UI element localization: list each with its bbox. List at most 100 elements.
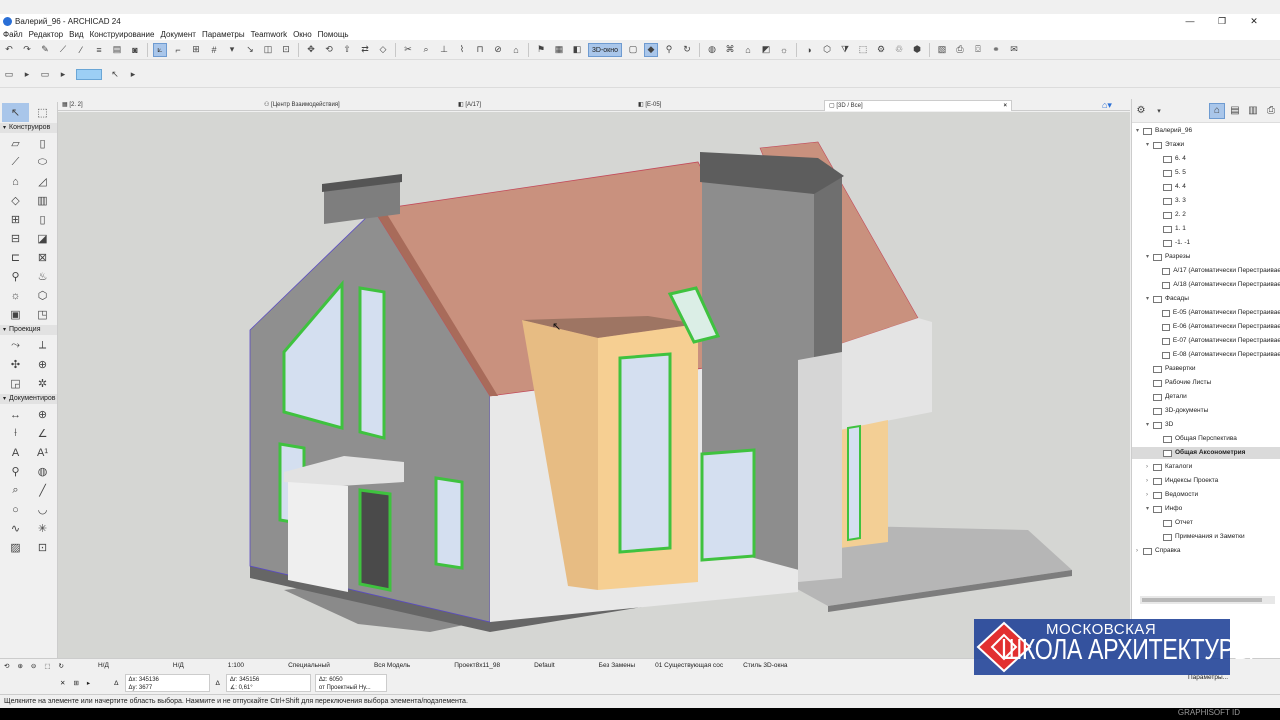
navigator-item[interactable]: ▾ 3D	[1132, 419, 1280, 431]
level-tool-icon[interactable]: ⟊	[2, 424, 29, 443]
params-button[interactable]: Параметры...	[1188, 674, 1228, 681]
camera-snapshot-icon[interactable]: ⌼	[971, 43, 985, 57]
toolbox-design-header[interactable]: ▾ Конструиров	[0, 123, 57, 133]
navigator-item[interactable]: Примечания и Заметки	[1132, 531, 1280, 543]
navigator-item[interactable]: A/18 (Автоматически Перестраивае	[1132, 279, 1280, 291]
menu-file[interactable]: Файл	[3, 30, 23, 39]
zoom-in-icon[interactable]: ⊕	[17, 662, 22, 670]
expand-icon[interactable]: ▾	[1146, 503, 1153, 515]
guide-icon[interactable]: ⌐	[171, 43, 185, 57]
redo-icon[interactable]: ↷	[20, 43, 34, 57]
close-button[interactable]: ✕	[1238, 14, 1270, 28]
style-select[interactable]: Default	[534, 662, 555, 669]
scale-field[interactable]: 1:100	[228, 662, 244, 669]
navigator-item[interactable]: Детали	[1132, 391, 1280, 403]
navigator-item[interactable]: 1. 1	[1132, 223, 1280, 235]
render-icon[interactable]: ◍	[705, 43, 719, 57]
layers-icon[interactable]: ≡	[92, 43, 106, 57]
expand-icon[interactable]: ›	[1146, 461, 1153, 473]
navigator-item[interactable]: ▾ Этажи	[1132, 139, 1280, 151]
menu-view[interactable]: Вид	[69, 30, 83, 39]
coordinate-z-box[interactable]: Δz: 6050 от Проектный Ну...	[314, 674, 387, 692]
snap-toggle-icon[interactable]: ▸	[87, 679, 90, 687]
slab-tool-icon[interactable]: ⬭	[29, 153, 56, 172]
chevron-right-icon[interactable]: ▸	[56, 68, 70, 82]
arrow-icon[interactable]: ↘	[243, 43, 257, 57]
navigator-menu-icon[interactable]: ⚙	[1133, 103, 1149, 119]
navigator-item[interactable]: Рабочие Листы	[1132, 377, 1280, 389]
menu-teamwork[interactable]: Teamwork	[251, 30, 287, 39]
column-tool-icon[interactable]: ▯	[29, 134, 56, 153]
renovation-select[interactable]: 01 Существующая сос	[655, 662, 723, 669]
undo-icon[interactable]: ↶	[2, 43, 16, 57]
expand-icon[interactable]: ▾	[1146, 419, 1153, 431]
undo-zoom-icon[interactable]: ⟲	[4, 662, 9, 670]
teamwork-icon[interactable]: ♲	[892, 43, 906, 57]
info-box-field[interactable]	[76, 69, 102, 80]
wall-tool-icon[interactable]: ▱	[2, 134, 29, 153]
section-tool-icon[interactable]: ⤳	[2, 336, 29, 355]
elevate-icon[interactable]: ⇧	[340, 43, 354, 57]
house-model[interactable]: ↖	[58, 112, 1130, 658]
navigator-item[interactable]: 3D-документы	[1132, 405, 1280, 417]
3d-viewport[interactable]: ↖	[58, 112, 1130, 658]
cube-icon[interactable]: ▢	[626, 43, 640, 57]
expand-icon[interactable]: ▾	[1146, 293, 1153, 305]
gear-icon[interactable]: ⚙	[874, 43, 888, 57]
syringe-icon[interactable]: ⁄	[74, 43, 88, 57]
navigator-item[interactable]: › Ведомости	[1132, 489, 1280, 501]
partners-icon[interactable]: ⚭	[989, 43, 1003, 57]
tab-section[interactable]: ◧ [A/17]	[458, 100, 481, 111]
figure-image-tool-icon[interactable]: ▨	[2, 538, 29, 557]
navigator-item[interactable]: -1. -1	[1132, 237, 1280, 249]
menu-design[interactable]: Конструирование	[90, 30, 155, 39]
layout-icon[interactable]: ▧	[935, 43, 949, 57]
navigator-scrollbar[interactable]	[1140, 596, 1275, 604]
shell-tool-icon[interactable]: ◿	[29, 172, 56, 191]
magnify-icon[interactable]: ⌕	[419, 43, 433, 57]
object-tool-icon[interactable]: ⊟	[2, 229, 29, 248]
orbit-icon[interactable]: ↻	[59, 662, 64, 670]
change-tool-icon[interactable]: ✲	[29, 374, 56, 393]
override-select[interactable]: Без Замены	[599, 662, 635, 669]
stair-tool-icon[interactable]: ◪	[29, 229, 56, 248]
nd-field-2[interactable]: Н/Д	[173, 662, 184, 669]
scrollbar-thumb[interactable]	[1142, 598, 1262, 602]
menu-help[interactable]: Помощь	[318, 30, 349, 39]
curtain-wall-tool-icon[interactable]: ▥	[29, 191, 56, 210]
move-icon[interactable]: ✥	[304, 43, 318, 57]
camera-icon[interactable]: ◙	[128, 43, 142, 57]
flag-icon[interactable]: ⚑	[534, 43, 548, 57]
mesh-tool-icon[interactable]: ♨	[29, 267, 56, 286]
expand-icon[interactable]: ›	[1146, 475, 1153, 487]
figure-tool-icon[interactable]: ⬡	[29, 286, 56, 305]
expand-icon[interactable]: ▾	[1136, 125, 1143, 137]
navigator-item[interactable]: 2. 2	[1132, 209, 1280, 221]
navigator-item[interactable]: › Справка	[1132, 545, 1280, 557]
navigator-item[interactable]: Отчет	[1132, 517, 1280, 529]
label-tool-icon[interactable]: ◳	[29, 305, 56, 324]
toolbox-view-header[interactable]: ▾ Проекция	[0, 325, 57, 335]
navigator-item[interactable]: E-07 (Автоматически Перестраивае	[1132, 335, 1280, 347]
nd-field-1[interactable]: Н/Д	[98, 662, 109, 669]
3d-style-select[interactable]: Стиль 3D-окна	[743, 662, 787, 669]
expand-icon[interactable]: ›	[1136, 545, 1143, 557]
line-tool-icon[interactable]: ╱	[29, 481, 56, 500]
chevron-right-icon[interactable]: ▸	[126, 68, 140, 82]
dropdown-icon[interactable]: ▾	[1151, 103, 1167, 119]
hatch-tool-icon[interactable]: ⌕	[2, 481, 29, 500]
publish-icon[interactable]: ⎙	[953, 43, 967, 57]
lamp-tool-icon[interactable]: ⚲	[2, 267, 29, 286]
fit-icon[interactable]: ⬚	[44, 662, 50, 670]
navigator-item[interactable]: Общая Перспектива	[1132, 433, 1280, 445]
view-settings-icon[interactable]: ⌂▾	[1102, 100, 1112, 111]
navigator-item[interactable]: 5. 5	[1132, 167, 1280, 179]
minimize-button[interactable]: —	[1174, 14, 1206, 28]
navigator-item[interactable]: 4. 4	[1132, 181, 1280, 193]
floor-plan-icon[interactable]: ▦	[552, 43, 566, 57]
layout-book-icon[interactable]: ▥	[1245, 103, 1261, 119]
interior-elevation-tool-icon[interactable]: ✣	[2, 355, 29, 374]
axonometry-icon[interactable]: ◆	[644, 42, 658, 57]
rotate-icon[interactable]: ⟲	[322, 43, 336, 57]
tab-close-icon[interactable]: ×	[1003, 101, 1007, 112]
